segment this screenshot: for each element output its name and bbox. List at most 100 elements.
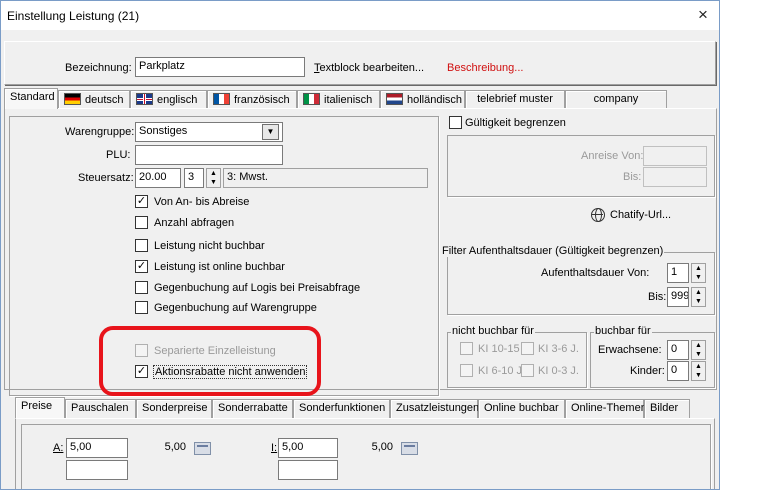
tab-label: Pauschalen — [71, 402, 129, 414]
price-a-label: A: — [53, 442, 64, 454]
tab-label: englisch — [157, 94, 198, 106]
checkbox-ki-10-15[interactable] — [460, 342, 473, 355]
spin-up-icon: ▲ — [695, 265, 702, 272]
tab-deutsch[interactable]: deutsch — [58, 90, 130, 109]
anreise-von-input[interactable] — [643, 146, 707, 166]
label-anzahl-abfragen: Anzahl abfragen — [154, 217, 235, 229]
title-bar: Einstellung Leistung (21) × — [1, 1, 719, 30]
anreise-von-label: Anreise Von: — [581, 150, 644, 162]
spin-up-icon: ▲ — [210, 170, 217, 177]
anreise-bis-label: Bis: — [623, 171, 642, 183]
plu-label-text: PLU: — [106, 149, 131, 161]
label-online-buchbar: Leistung ist online buchbar — [154, 261, 285, 273]
de-flag-icon — [64, 93, 81, 105]
tab-zusatzleistungen[interactable]: Zusatzleistungen — [390, 399, 480, 418]
globe-icon — [591, 208, 605, 222]
tab-italienisch[interactable]: italienisch — [297, 90, 380, 109]
warengruppe-select[interactable]: Sonstiges — [135, 122, 283, 142]
price-i-label: I: — [271, 442, 278, 454]
tab-englisch[interactable]: englisch — [130, 90, 207, 109]
steuersatz-input[interactable]: 20.00 — [135, 168, 181, 188]
tab-sonderfunktionen[interactable]: Sonderfunktionen — [293, 399, 390, 418]
price-a-input-1[interactable]: 5,00 — [66, 438, 128, 458]
nl-flag-icon — [386, 93, 403, 105]
checkbox-ki-0-3[interactable] — [521, 364, 534, 377]
spin-down-icon: ▼ — [695, 351, 702, 358]
spin-up-icon: ▲ — [695, 363, 702, 370]
chevron-down-icon[interactable]: ▼ — [262, 124, 279, 140]
spin-up-icon: ▲ — [695, 342, 702, 349]
nicht-buchbar-group-label: nicht buchbar für — [451, 325, 535, 337]
tab-hollaendisch[interactable]: holländisch — [380, 90, 465, 109]
erwachsene-input[interactable]: 0 — [667, 340, 689, 360]
price-i-input-2[interactable]: 5,00 — [341, 438, 397, 458]
price-a-input-2[interactable]: 5,00 — [132, 438, 190, 458]
tab-label: Sonderfunktionen — [299, 402, 386, 414]
aufenthalt-bis-label: Bis: — [648, 291, 667, 303]
close-button[interactable]: × — [687, 1, 719, 30]
aufenthalt-von-input[interactable]: 1 — [667, 263, 689, 283]
plu-input[interactable] — [135, 145, 283, 165]
it-flag-icon — [303, 93, 320, 105]
label-von-an-bis-abreise: Von An- bis Abreise — [154, 196, 250, 208]
checkbox-anzahl-abfragen[interactable] — [135, 216, 148, 229]
checkbox-gegenbuchung-warengruppe[interactable] — [135, 301, 148, 314]
erwachsene-spin[interactable]: ▲ ▼ — [691, 340, 706, 360]
tab-sonderrabatte[interactable]: Sonderrabatte — [212, 399, 293, 418]
label-gegenbuchung-logis: Gegenbuchung auf Logis bei Preisabfrage — [154, 282, 361, 294]
tab-franzoesisch[interactable]: französisch — [207, 90, 297, 109]
price-b-input-1[interactable] — [66, 460, 128, 480]
bezeichnung-input[interactable]: Parkplatz — [135, 57, 305, 77]
tab-bilder[interactable]: Bilder — [644, 399, 690, 418]
steuer-spin-button[interactable]: ▲ ▼ — [206, 168, 221, 188]
tab-online-buchbar[interactable]: Online buchbar — [478, 399, 565, 418]
calculator-icon[interactable] — [401, 442, 418, 455]
checkbox-online-buchbar[interactable]: ✓ — [135, 260, 148, 273]
tab-pauschalen[interactable]: Pauschalen — [65, 399, 136, 418]
textblock-link[interactable]: Textblock bearbeiten... — [314, 62, 424, 74]
tab-label: Bilder — [650, 402, 679, 414]
tab-label: Zusatzleistungen — [396, 402, 480, 414]
aufenthalt-bis-spin[interactable]: ▲ ▼ — [691, 287, 706, 307]
tab-preise[interactable]: Preise — [15, 397, 65, 418]
tab-label: Online-Themen — [571, 402, 647, 414]
spin-down-icon: ▼ — [695, 274, 702, 281]
spin-up-icon: ▲ — [695, 289, 702, 296]
checkbox-ki-6-10[interactable] — [460, 364, 473, 377]
tab-online-themen[interactable]: Online-Themen — [565, 399, 647, 418]
tab-sonderpreise[interactable]: Sonderpreise — [136, 399, 212, 418]
checkbox-gegenbuchung-logis[interactable] — [135, 281, 148, 294]
checkbox-von-an-bis-abreise[interactable]: ✓ — [135, 195, 148, 208]
warengruppe-label: Warengruppe: — [65, 126, 135, 138]
kinder-spin[interactable]: ▲ ▼ — [691, 361, 706, 381]
settings-window: Einstellung Leistung (21) × Bezeichnung:… — [0, 0, 720, 490]
tab-telebrief-muster[interactable]: telebrief muster — [465, 90, 565, 109]
tab-standard[interactable]: Standard — [4, 88, 58, 109]
label-ki-0-3: KI 0-3 J. — [538, 365, 579, 377]
aufenthalt-bis-input[interactable]: 999 — [667, 287, 689, 307]
tab-label: Preise — [21, 400, 53, 412]
kinder-input[interactable]: 0 — [667, 361, 689, 381]
checkbox-ki-3-6[interactable] — [521, 342, 534, 355]
tab-company[interactable]: company — [565, 90, 667, 109]
anreise-bis-input[interactable] — [643, 167, 707, 187]
tab-label: Sonderpreise — [142, 402, 208, 414]
calculator-icon[interactable] — [194, 442, 211, 455]
label-leistung-nicht-buchbar: Leistung nicht buchbar — [154, 240, 265, 252]
tab-label: Online buchbar — [484, 402, 559, 414]
steuer-number-input[interactable]: 3 — [184, 168, 204, 188]
uk-flag-icon — [136, 93, 153, 105]
label-ki-10-15: KI 10-15 — [478, 343, 520, 355]
price-j-input-1[interactable] — [278, 460, 338, 480]
checkbox-leistung-nicht-buchbar[interactable] — [135, 239, 148, 252]
steuer-description-field: 3: Mwst. — [223, 168, 428, 188]
aufenthalt-von-spin[interactable]: ▲ ▼ — [691, 263, 706, 283]
tab-label: Sonderrabatte — [218, 402, 288, 414]
price-i-input-1[interactable]: 5,00 — [278, 438, 338, 458]
beschreibung-link[interactable]: Beschreibung... — [447, 62, 523, 74]
checkbox-gueltigkeit[interactable] — [449, 116, 462, 129]
aufenthalt-group-label: Filter Aufenthaltsdauer (Gültigkeit begr… — [441, 245, 665, 257]
tab-label: deutsch — [85, 94, 124, 106]
tab-label: Standard — [10, 91, 55, 103]
chatify-url-button[interactable]: Chatify-Url... — [610, 209, 671, 221]
